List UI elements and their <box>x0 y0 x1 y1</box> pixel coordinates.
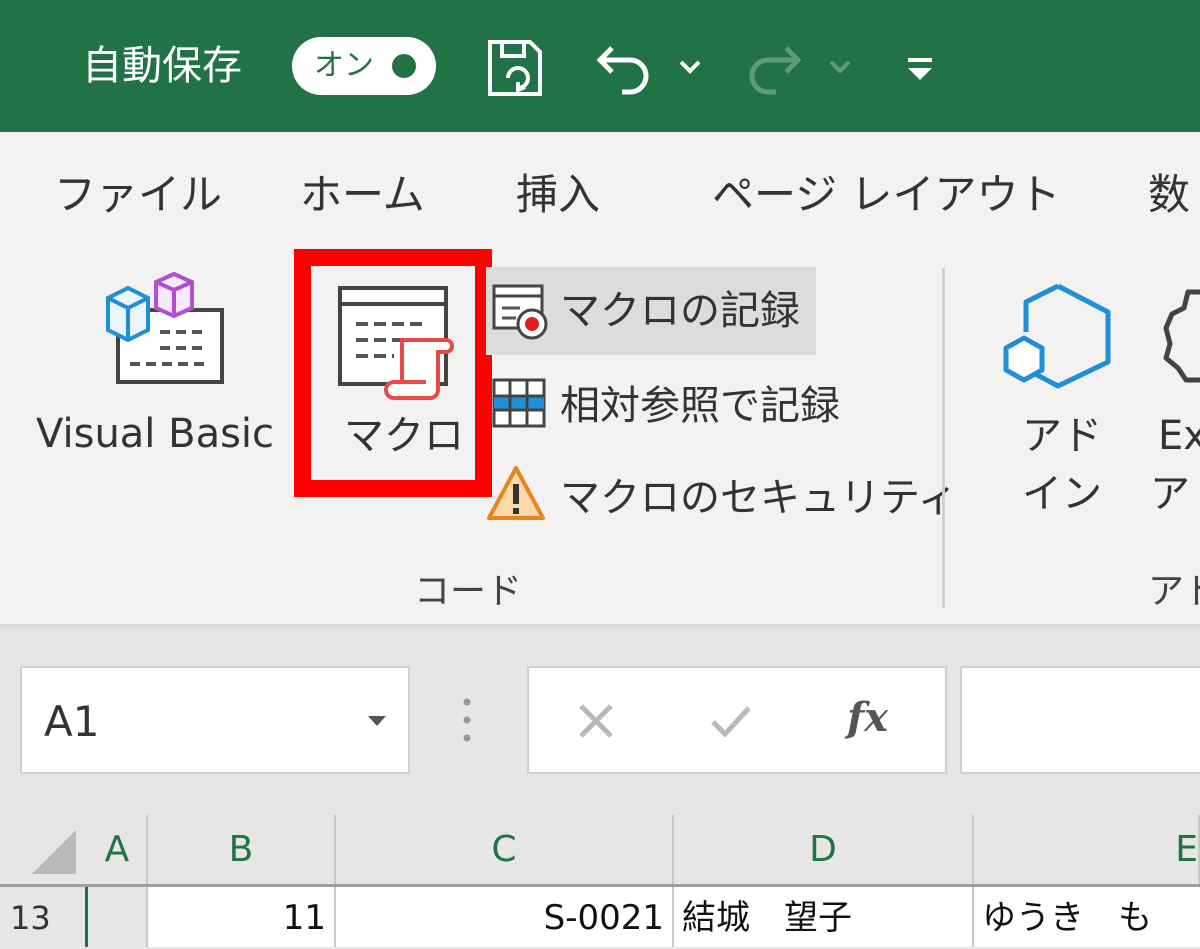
autosave-state-label: オン <box>314 48 374 83</box>
group-separator <box>942 268 945 608</box>
addins-icon[interactable] <box>1000 282 1116 390</box>
tab-home[interactable]: ホーム <box>300 165 425 225</box>
column-header-e[interactable]: E <box>974 815 1200 885</box>
visual-basic-button[interactable]: Visual Basic <box>36 408 274 460</box>
save-icon[interactable] <box>484 36 552 100</box>
customize-qat-icon[interactable] <box>904 54 936 84</box>
macro-security-button[interactable]: マクロのセキュリティ <box>560 472 958 524</box>
ribbon-shadow <box>0 624 1200 632</box>
select-all-icon[interactable] <box>30 828 78 876</box>
autosave-label: 自動保存 <box>82 43 242 89</box>
addins-label-line1[interactable]: アド <box>1022 410 1102 462</box>
splitter-grip-icon[interactable] <box>460 694 474 746</box>
record-macro-icon[interactable] <box>490 282 550 342</box>
undo-icon[interactable] <box>594 36 656 100</box>
tab-insert[interactable]: 挿入 <box>516 165 600 225</box>
warning-icon[interactable] <box>486 464 546 524</box>
autosave-toggle[interactable]: オン <box>292 37 436 95</box>
name-box[interactable]: A1 <box>20 666 410 774</box>
cancel-icon[interactable] <box>575 700 617 742</box>
tab-page-layout[interactable]: ページ レイアウト <box>712 165 1061 225</box>
chevron-down-icon[interactable] <box>678 58 702 76</box>
relative-references-button[interactable]: 相対参照で記録 <box>560 380 840 432</box>
cell-d13[interactable]: 結城 望子 <box>674 887 974 947</box>
toggle-knob <box>392 54 416 78</box>
tab-file[interactable]: ファイル <box>54 165 222 225</box>
addins-group-label: アド <box>1148 571 1200 612</box>
gear-icon[interactable] <box>1160 282 1200 390</box>
code-group-label: コード <box>414 571 523 612</box>
excel-addins-label-line2[interactable]: アド <box>1150 468 1200 520</box>
column-header-c[interactable]: C <box>336 815 674 885</box>
relative-references-icon[interactable] <box>490 376 548 432</box>
chevron-down-icon <box>829 60 851 74</box>
column-header-b[interactable]: B <box>148 815 336 885</box>
addins-label-line2[interactable]: イン <box>1022 468 1102 520</box>
cell-c13[interactable]: S-0021 <box>336 887 674 947</box>
cell-b13[interactable]: 11 <box>148 887 336 947</box>
column-header-a[interactable]: A <box>88 815 148 885</box>
cell-a13[interactable] <box>88 887 148 947</box>
enter-check-icon[interactable] <box>709 700 753 742</box>
formula-input[interactable] <box>960 666 1200 774</box>
row-header-13[interactable]: 13 <box>0 887 88 947</box>
redo-icon <box>749 46 802 95</box>
cell-e13[interactable]: ゆうき も <box>974 887 1200 947</box>
column-header-d[interactable]: D <box>674 815 974 885</box>
record-macro-button[interactable]: マクロの記録 <box>560 285 800 337</box>
visual-basic-icon[interactable] <box>100 270 230 390</box>
excel-addins-label-line1[interactable]: Ex <box>1158 410 1200 462</box>
name-box-value: A1 <box>44 697 100 746</box>
insert-function-button[interactable]: fx <box>847 692 888 744</box>
tab-formulas[interactable]: 数 <box>1148 165 1190 225</box>
formula-buttons: fx <box>527 666 947 774</box>
chevron-down-icon[interactable] <box>366 714 388 728</box>
macro-highlight-box <box>294 249 492 497</box>
